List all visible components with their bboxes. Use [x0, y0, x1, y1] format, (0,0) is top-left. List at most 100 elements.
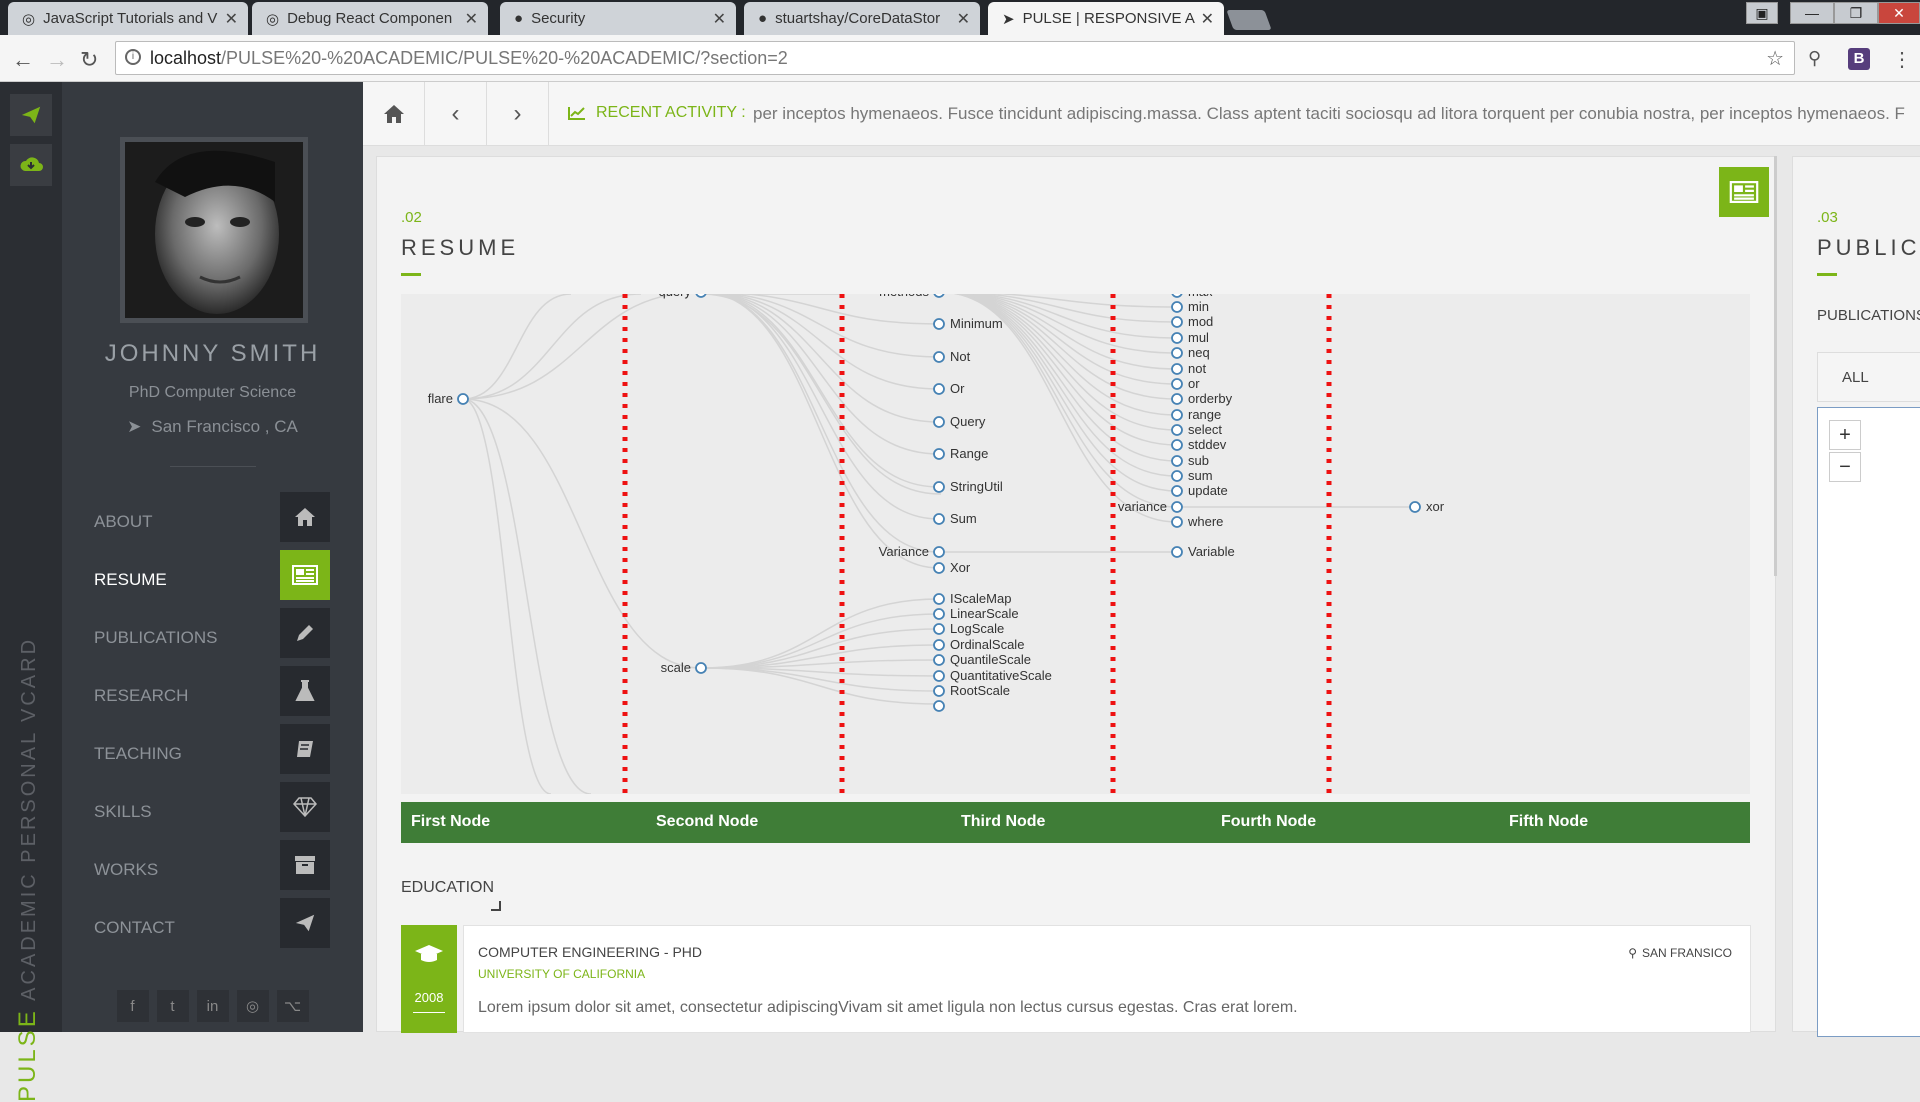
filter-all-button[interactable]: ALL: [1817, 352, 1920, 402]
legend-third-node: Third Node: [961, 813, 1046, 830]
browser-tab[interactable]: ● Security ✕: [500, 2, 736, 35]
svg-text:mul: mul: [1188, 330, 1209, 345]
browser-tab-active[interactable]: ➤ PULSE | RESPONSIVE AC ✕: [988, 2, 1224, 35]
tree-node[interactable]: select: [1171, 422, 1222, 437]
svg-text:LinearScale: LinearScale: [950, 606, 1019, 621]
tree-node[interactable]: sum: [1171, 468, 1213, 483]
minimize-button[interactable]: —: [1790, 2, 1834, 24]
tree-link: [715, 294, 940, 520]
tree-diagram[interactable]: flare query scale methods Minimum Not Or Query R…: [401, 294, 1750, 794]
menu-item-skills[interactable]: SKILLS: [62, 782, 363, 840]
tree-node[interactable]: QuantitativeScale: [933, 668, 1052, 683]
window-close-button[interactable]: ✕: [1878, 2, 1920, 24]
svg-text:or: or: [1188, 376, 1200, 391]
tree-node[interactable]: Variable: [1171, 544, 1235, 559]
tree-node[interactable]: Range: [933, 446, 988, 461]
bookmark-star-icon[interactable]: ☆: [1766, 46, 1784, 71]
tree-node-xor[interactable]: xor: [1409, 499, 1445, 514]
tree-node[interactable]: LinearScale: [933, 606, 1019, 621]
close-tab-icon[interactable]: ✕: [957, 9, 970, 29]
address-bar[interactable]: i localhost/PULSE%20-%20ACADEMIC/PULSE%2…: [115, 41, 1795, 75]
tree-link: [700, 598, 940, 669]
tree-node[interactable]: Query: [933, 414, 986, 429]
reload-icon[interactable]: ↻: [80, 47, 98, 73]
tree-node[interactable]: neq: [1171, 345, 1210, 360]
next-button[interactable]: ›: [487, 82, 549, 146]
tree-node[interactable]: Not: [933, 349, 971, 364]
menu-item-about[interactable]: ABOUT: [62, 492, 363, 550]
dribbble-icon[interactable]: ◎: [236, 990, 269, 1022]
tree-node[interactable]: range: [1171, 407, 1221, 422]
tree-node-flare[interactable]: flare: [428, 391, 469, 406]
bootstrap-extension-icon[interactable]: B: [1848, 48, 1870, 70]
tree-node[interactable]: mul: [1171, 330, 1209, 345]
paper-plane-icon[interactable]: [10, 94, 52, 136]
tree-node[interactable]: LogScale: [933, 621, 1004, 636]
map-panel[interactable]: + −: [1817, 407, 1920, 1037]
tree-node[interactable]: update: [1171, 483, 1228, 498]
menu-item-contact[interactable]: CONTACT: [62, 898, 363, 956]
new-tab-button[interactable]: [1226, 10, 1272, 30]
tree-node[interactable]: QuantileScale: [933, 652, 1031, 667]
legend-second-node: Second Node: [656, 813, 759, 830]
zoom-in-button[interactable]: +: [1829, 420, 1861, 450]
tree-node-methods[interactable]: methods: [879, 294, 945, 299]
tree-node[interactable]: RootScale: [933, 683, 1010, 698]
back-icon[interactable]: ←: [12, 47, 34, 73]
tree-node[interactable]: Minimum: [933, 316, 1003, 331]
twitter-icon[interactable]: t: [156, 990, 189, 1022]
forward-icon[interactable]: →: [46, 47, 68, 73]
tree-node[interactable]: or: [1171, 376, 1200, 391]
tree-node[interactable]: [933, 700, 945, 712]
tree-node-query[interactable]: query: [658, 294, 707, 299]
cloud-download-icon[interactable]: [10, 144, 52, 186]
close-tab-icon[interactable]: ✕: [225, 9, 238, 29]
close-tab-icon[interactable]: ✕: [465, 9, 478, 29]
menu-icon[interactable]: ⋮: [1892, 47, 1912, 72]
menu-item-research[interactable]: RESEARCH: [62, 666, 363, 724]
tree-link: [462, 398, 552, 794]
svg-text:OrdinalScale: OrdinalScale: [950, 637, 1024, 652]
tree-node[interactable]: IScaleMap: [933, 591, 1011, 606]
tree-node[interactable]: mod: [1171, 314, 1213, 329]
menu-item-teaching[interactable]: TEACHING: [62, 724, 363, 782]
tree-node[interactable]: Xor: [933, 560, 971, 575]
section-number: .03: [1817, 209, 1838, 226]
facebook-icon[interactable]: f: [116, 990, 149, 1022]
tree-node[interactable]: Variance: [879, 544, 945, 559]
tree-node[interactable]: orderby: [1171, 391, 1233, 406]
home-button[interactable]: [363, 82, 425, 146]
info-icon[interactable]: i: [125, 49, 141, 65]
tree-node[interactable]: not: [1171, 361, 1206, 376]
tree-node[interactable]: variance: [1118, 499, 1183, 514]
tree-node[interactable]: Sum: [933, 511, 977, 526]
profile-icon[interactable]: ▣: [1746, 2, 1778, 24]
close-tab-icon[interactable]: ✕: [713, 9, 726, 29]
prev-button[interactable]: ‹: [425, 82, 487, 146]
github-icon[interactable]: ⌥: [276, 990, 309, 1022]
resume-section-button[interactable]: [1719, 167, 1769, 217]
tree-node[interactable]: StringUtil: [933, 479, 1003, 494]
scrollbar[interactable]: [1774, 156, 1777, 576]
menu-item-works[interactable]: WORKS: [62, 840, 363, 898]
svg-text:min: min: [1188, 299, 1209, 314]
tree-node[interactable]: OrdinalScale: [933, 637, 1024, 652]
zoom-icon[interactable]: ⚲: [1808, 48, 1821, 69]
tree-node[interactable]: min: [1171, 299, 1209, 314]
tree-node[interactable]: stddev: [1171, 437, 1227, 452]
browser-tab[interactable]: ◎ JavaScript Tutorials and V ✕: [8, 2, 248, 35]
tree-node[interactable]: Or: [933, 381, 965, 396]
menu-item-resume[interactable]: RESUME: [62, 550, 363, 608]
menu-item-publications[interactable]: PUBLICATIONS: [62, 608, 363, 666]
tree-link: [462, 398, 592, 794]
svg-text:update: update: [1188, 483, 1228, 498]
close-tab-icon[interactable]: ✕: [1201, 9, 1214, 29]
linkedin-icon[interactable]: in: [196, 990, 229, 1022]
browser-tab[interactable]: ● stuartshay/CoreDataStor ✕: [744, 2, 980, 35]
tree-node-scale[interactable]: scale: [661, 660, 707, 675]
tree-node[interactable]: where: [1171, 514, 1223, 529]
browser-tab[interactable]: ◎ Debug React Componen ✕: [252, 2, 488, 35]
maximize-button[interactable]: ❐: [1834, 2, 1878, 24]
zoom-out-button[interactable]: −: [1829, 452, 1861, 482]
tree-node[interactable]: sub: [1171, 453, 1209, 468]
